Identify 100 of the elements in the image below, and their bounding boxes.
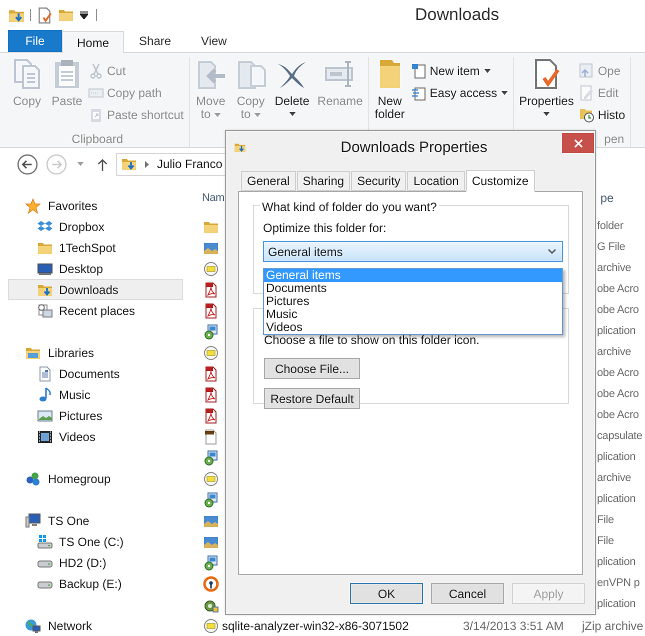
installer-icon xyxy=(203,324,219,340)
ribbon-tab[interactable]: View xyxy=(186,30,242,52)
archive-icon xyxy=(203,618,219,634)
dialog-tab[interactable]: Customize xyxy=(466,170,534,192)
file-type: archive xyxy=(597,471,632,486)
folder-icon xyxy=(58,7,74,23)
dropdown-option[interactable]: Pictures xyxy=(264,295,562,308)
ribbon-button[interactable]: Histo xyxy=(578,105,628,124)
desktop-icon xyxy=(37,260,53,276)
file-type: obe Acro xyxy=(597,366,639,382)
archive-icon xyxy=(203,260,219,276)
dropdown-option[interactable]: Videos xyxy=(264,321,562,334)
nav-item[interactable]: Downloads xyxy=(8,279,183,300)
dialog-tab[interactable]: General xyxy=(241,171,296,191)
dialog-button[interactable]: Restore Default xyxy=(264,388,360,409)
archive-icon xyxy=(203,344,219,360)
open-icon xyxy=(578,62,595,78)
film-icon xyxy=(37,428,53,444)
file-type: obe Acro xyxy=(597,387,639,402)
history-icon xyxy=(578,106,595,122)
star-icon xyxy=(25,198,41,214)
picture-icon xyxy=(37,408,53,424)
group-label: pen xyxy=(604,131,624,147)
edit-icon xyxy=(578,84,595,100)
pdf-icon xyxy=(203,366,219,382)
nav-item[interactable]: Recent places xyxy=(8,300,183,321)
up-icon[interactable] xyxy=(97,158,108,170)
dropdown-option[interactable]: Documents xyxy=(264,282,562,295)
dialog-tab[interactable]: Location xyxy=(407,171,465,191)
download-folder-icon xyxy=(121,156,137,172)
file-name[interactable]: sqlite-analyzer-win32-x86-3071502 xyxy=(222,616,463,634)
caret-icon xyxy=(77,162,84,166)
nav-item[interactable]: Homegroup xyxy=(8,468,183,489)
nav-item[interactable]: Pictures xyxy=(8,405,183,426)
field-label: Optimize this folder for: xyxy=(263,220,388,237)
file-type: folder xyxy=(597,219,624,234)
nav-item[interactable]: Network xyxy=(8,615,183,636)
pdf-icon xyxy=(203,408,219,424)
nav-item[interactable]: HD2 (D:) xyxy=(8,552,183,573)
recent-icon xyxy=(37,302,53,318)
group-label: Clipboard xyxy=(72,131,124,147)
ribbon-button[interactable]: Properties xyxy=(516,57,577,131)
ribbon-tab[interactable]: File xyxy=(8,30,62,52)
ribbon-button[interactable]: Easy access xyxy=(410,83,512,102)
nav-item[interactable]: Music xyxy=(8,384,183,405)
nav-item[interactable]: Videos xyxy=(8,426,183,447)
ribbon-button[interactable]: Delete xyxy=(272,57,312,147)
file-type: plication xyxy=(597,555,636,570)
music-note-icon xyxy=(37,386,53,402)
dialog-button[interactable]: Choose File... xyxy=(264,358,360,379)
file-type: archive xyxy=(597,261,632,276)
pdf-icon xyxy=(203,386,219,402)
column-header[interactable]: pe xyxy=(600,189,614,207)
file-type: enVPN p xyxy=(597,576,640,592)
drive-icon xyxy=(37,534,53,550)
folder-type-dropdown[interactable]: General items xyxy=(263,241,563,262)
nav-item[interactable]: TS One (C:) xyxy=(8,531,183,552)
dialog-tab[interactable]: Sharing xyxy=(296,171,350,191)
properties-icon xyxy=(36,6,53,24)
file-type: jZip archive xyxy=(582,618,644,634)
file-type: File xyxy=(597,513,614,528)
nav-item[interactable]: TS One xyxy=(8,510,183,531)
customize-toolbar-icon[interactable] xyxy=(80,11,88,19)
dialog-button[interactable]: Cancel xyxy=(431,583,504,604)
nav-item[interactable]: Desktop xyxy=(8,258,183,279)
dialog-button[interactable]: OK xyxy=(350,583,423,604)
hint-text: Choose a file to show on this folder icon. xyxy=(264,332,480,349)
file-type: plication xyxy=(597,450,636,466)
ribbon-tab[interactable]: Home xyxy=(62,31,124,53)
nav-item[interactable]: Backup (E:) xyxy=(8,573,183,594)
chevron-icon xyxy=(145,160,149,168)
installer-icon xyxy=(203,554,219,570)
new-item-icon xyxy=(410,62,427,78)
file-type: G File xyxy=(597,240,626,256)
nav-item[interactable]: Documents xyxy=(8,363,183,384)
file-type: plication xyxy=(597,597,636,612)
nav-item[interactable]: 1TechSpot xyxy=(8,237,183,258)
nav-item[interactable]: Libraries xyxy=(8,342,183,363)
ribbon-tab[interactable]: Share xyxy=(124,30,186,52)
dialog-tab[interactable]: Security xyxy=(351,171,406,191)
ribbon-button[interactable]: New item xyxy=(410,61,512,80)
nav-item[interactable]: Favorites xyxy=(8,195,183,216)
scissors-icon xyxy=(88,62,104,78)
homegroup-icon xyxy=(25,470,41,486)
nav-item[interactable]: Dropbox xyxy=(8,216,183,237)
window-title: Downloads xyxy=(415,4,500,26)
shortcut-icon xyxy=(88,106,104,122)
document-icon xyxy=(37,366,53,382)
column-header[interactable]: Nam xyxy=(202,190,224,206)
installer-icon xyxy=(203,492,219,508)
file-type: obe Acro xyxy=(597,408,639,424)
dropdown-option[interactable]: Music xyxy=(264,308,562,321)
path-segment[interactable]: Julio Franco xyxy=(157,155,222,173)
close-button[interactable] xyxy=(562,133,594,153)
chevron-down-icon xyxy=(548,249,556,254)
back-icon[interactable] xyxy=(17,154,38,174)
file-type: obe Acro xyxy=(597,303,639,318)
copy-icon xyxy=(11,57,43,91)
installer-icon xyxy=(203,450,219,466)
file-type: plication xyxy=(597,492,636,508)
